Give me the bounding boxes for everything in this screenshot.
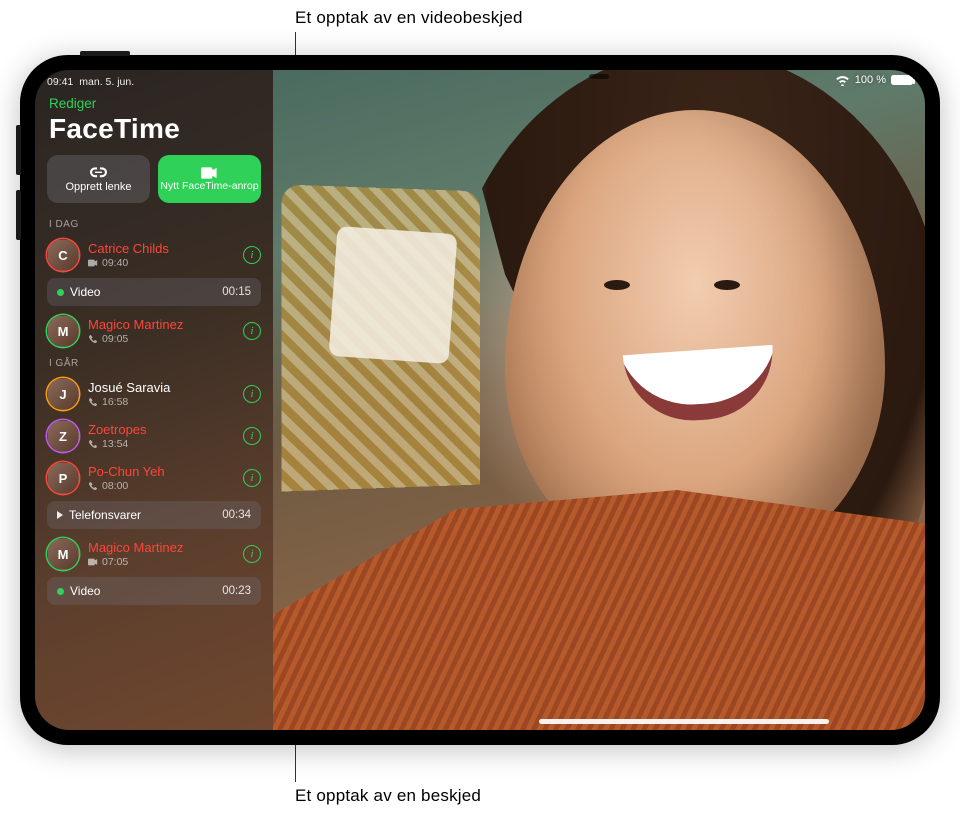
- video-message-duration: 00:15: [222, 286, 251, 298]
- volume-up-button: [16, 125, 21, 175]
- unread-dot-icon: [57, 588, 64, 595]
- unread-dot-icon: [57, 289, 64, 296]
- call-time: 09:05: [102, 333, 128, 345]
- preview-cushion: [329, 226, 458, 364]
- info-button[interactable]: i: [243, 322, 261, 340]
- avatar: C: [47, 239, 79, 271]
- call-name: Josué Saravia: [88, 380, 234, 395]
- call-name: Magico Martinez: [88, 540, 234, 555]
- status-date: man. 5. jun.: [79, 76, 134, 88]
- ipad-device-frame: 09:41 man. 5. jun. Rediger FaceTime Oppr…: [20, 55, 940, 745]
- new-facetime-label: Nytt FaceTime-anrop: [160, 181, 258, 193]
- call-time: 07:05: [102, 556, 128, 568]
- call-time: 08:00: [102, 480, 128, 492]
- status-time: 09:41: [47, 76, 73, 88]
- call-row[interactable]: C Catrice Childs 09:40 i: [35, 234, 273, 276]
- call-name: Zoetropes: [88, 422, 234, 437]
- call-row[interactable]: M Magico Martinez 09:05 i: [35, 310, 273, 352]
- avatar: J: [47, 378, 79, 410]
- edit-button[interactable]: Rediger: [35, 88, 273, 111]
- page-title: FaceTime: [35, 111, 273, 155]
- call-time: 09:40: [102, 257, 128, 269]
- call-meta: 09:40: [88, 257, 234, 269]
- voicemail-label: Telefonsvarer: [69, 508, 216, 522]
- call-name: Catrice Childs: [88, 241, 234, 256]
- video-icon: [88, 259, 98, 267]
- call-meta: 09:05: [88, 333, 234, 345]
- call-meta: 08:00: [88, 480, 234, 492]
- power-button: [80, 51, 130, 56]
- call-meta: 13:54: [88, 438, 234, 450]
- preview-eye: [714, 280, 740, 290]
- play-icon: [57, 511, 63, 519]
- call-row[interactable]: J Josué Saravia 16:58 i: [35, 373, 273, 415]
- create-link-label: Opprett lenke: [65, 181, 131, 193]
- call-name: Magico Martinez: [88, 317, 234, 332]
- avatar: M: [47, 315, 79, 347]
- camera-preview: 100 %: [273, 70, 925, 730]
- phone-icon: [88, 440, 98, 448]
- video-message-chip[interactable]: Video 00:23: [47, 577, 261, 605]
- link-icon: [90, 166, 107, 180]
- video-icon: [88, 558, 98, 566]
- callout-audio-message: Et opptak av en beskjed: [295, 786, 481, 806]
- ipad-screen: 09:41 man. 5. jun. Rediger FaceTime Oppr…: [35, 70, 925, 730]
- call-name: Po-Chun Yeh: [88, 464, 234, 479]
- video-message-label: Video: [70, 584, 216, 598]
- multitask-pill[interactable]: [589, 74, 609, 79]
- info-button[interactable]: i: [243, 385, 261, 403]
- video-message-duration: 00:23: [222, 585, 251, 597]
- call-time: 13:54: [102, 438, 128, 450]
- call-meta: 07:05: [88, 556, 234, 568]
- call-row[interactable]: P Po-Chun Yeh 08:00 i: [35, 457, 273, 499]
- info-button[interactable]: i: [243, 469, 261, 487]
- info-button[interactable]: i: [243, 427, 261, 445]
- home-indicator[interactable]: [539, 719, 829, 724]
- status-bar-left: 09:41 man. 5. jun.: [35, 70, 273, 88]
- info-button[interactable]: i: [243, 246, 261, 264]
- call-row[interactable]: Z Zoetropes 13:54 i: [35, 415, 273, 457]
- callout-video-message: Et opptak av en videobeskjed: [295, 8, 523, 28]
- battery-icon: [891, 75, 913, 85]
- facetime-sidebar: 09:41 man. 5. jun. Rediger FaceTime Oppr…: [35, 70, 273, 730]
- info-button[interactable]: i: [243, 545, 261, 563]
- action-buttons-row: Opprett lenke Nytt FaceTime-anrop: [35, 155, 273, 213]
- preview-eye: [604, 280, 630, 290]
- video-icon: [201, 166, 218, 180]
- phone-icon: [88, 335, 98, 343]
- voicemail-chip[interactable]: Telefonsvarer 00:34: [47, 501, 261, 529]
- phone-icon: [88, 398, 98, 406]
- create-link-button[interactable]: Opprett lenke: [47, 155, 150, 203]
- volume-down-button: [16, 190, 21, 240]
- video-message-label: Video: [70, 285, 216, 299]
- call-time: 16:58: [102, 396, 128, 408]
- battery-label: 100 %: [855, 74, 886, 86]
- section-today-header: I DAG: [35, 213, 273, 234]
- video-message-chip[interactable]: Video 00:15: [47, 278, 261, 306]
- call-row[interactable]: M Magico Martinez 07:05 i: [35, 533, 273, 575]
- avatar: M: [47, 538, 79, 570]
- avatar: Z: [47, 420, 79, 452]
- section-yesterday-header: I GÅR: [35, 352, 273, 373]
- new-facetime-button[interactable]: Nytt FaceTime-anrop: [158, 155, 261, 203]
- voicemail-duration: 00:34: [222, 509, 251, 521]
- status-bar-right: 100 %: [835, 74, 913, 86]
- avatar: P: [47, 462, 79, 494]
- wifi-icon: [835, 75, 850, 86]
- phone-icon: [88, 482, 98, 490]
- call-meta: 16:58: [88, 396, 234, 408]
